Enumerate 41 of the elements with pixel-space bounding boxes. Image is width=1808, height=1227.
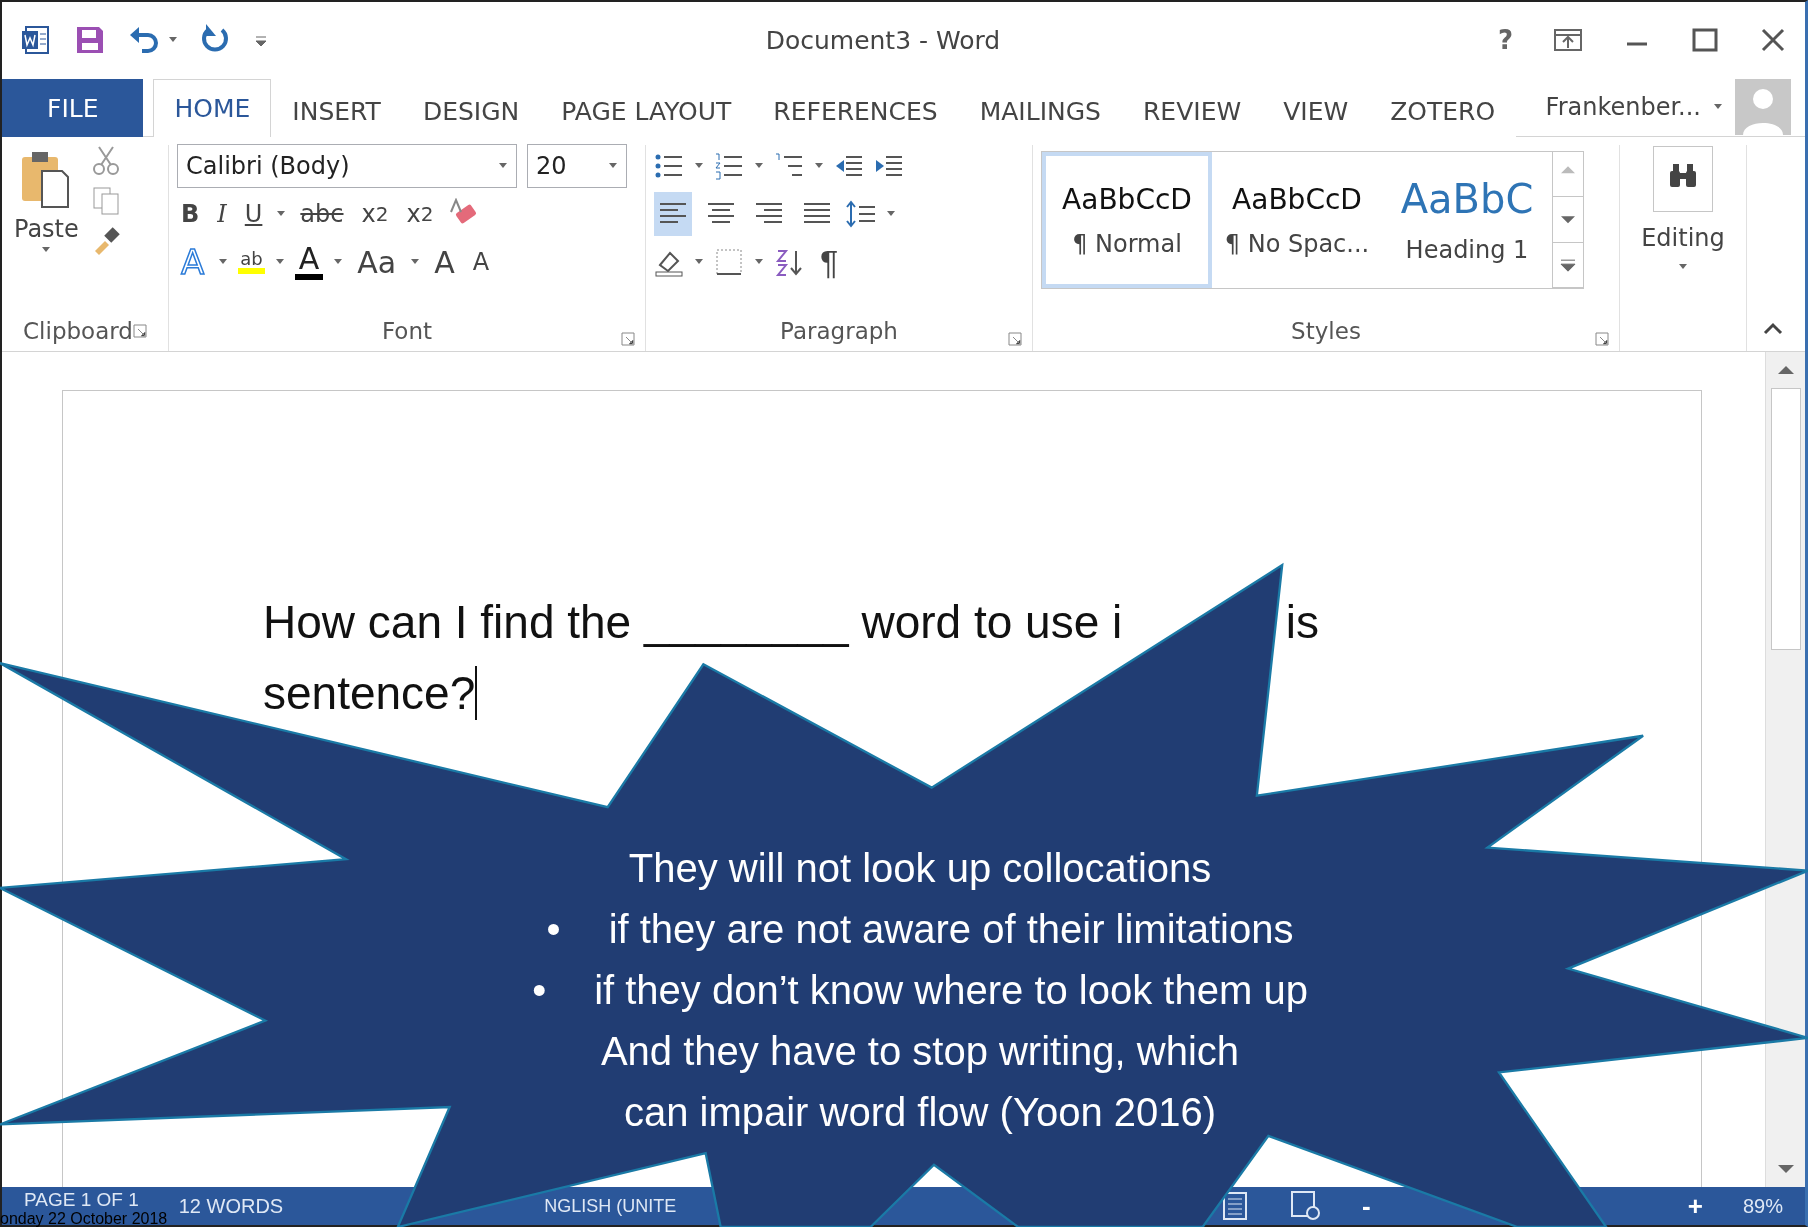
document-text: How can I find the ________ word to use i	[263, 595, 1123, 649]
group-label: Font	[381, 318, 433, 344]
window-title: Document3 - Word	[764, 25, 1002, 55]
callout-text: And they have to stop writing, which	[600, 1028, 1240, 1075]
account-name[interactable]: Frankenber...	[1545, 93, 1701, 121]
group-label: Styles	[1291, 318, 1361, 344]
change-case-button[interactable]: Aa	[353, 242, 401, 282]
document-text: is	[1285, 595, 1319, 649]
language-status[interactable]: NGLISH (UNITE	[544, 1195, 677, 1217]
font-size-field[interactable]: 20	[527, 144, 627, 188]
italic-button[interactable]: I	[213, 194, 231, 234]
strikethrough-button[interactable]: abc	[296, 194, 348, 234]
style-item[interactable]: AaBbCcD ¶ Normal	[1042, 152, 1212, 288]
ribbon-tab[interactable]: FILE	[2, 79, 144, 137]
ribbon-tab[interactable]: HOME	[153, 79, 272, 137]
callout-text: can impair word flow (Yoon 2016)	[623, 1089, 1217, 1136]
page-count[interactable]: PAGE 1 OF 1	[24, 1187, 139, 1209]
group-label: Clipboard	[23, 318, 133, 344]
callout-text: if they are not aware of their limitations	[608, 906, 1294, 953]
bullet-mark: •	[532, 968, 547, 1013]
bullet-mark: •	[546, 907, 561, 952]
show-formatting-button[interactable]: ¶	[814, 241, 845, 283]
group-label: Paragraph	[780, 318, 898, 344]
callout-text: They will not look up collocations	[628, 845, 1212, 892]
paste-button[interactable]: Paste	[10, 145, 83, 311]
zoom-level[interactable]: 89%	[1742, 1194, 1783, 1218]
font-color-button[interactable]: A	[294, 244, 324, 280]
shrink-font-button[interactable]: A	[468, 242, 494, 282]
underline-button[interactable]: U	[240, 194, 267, 234]
font-name-field[interactable]: Calibri (Body)	[177, 144, 517, 188]
editing-button[interactable]: Editing	[1635, 145, 1731, 351]
zoom-in-button[interactable]: +	[1687, 1190, 1703, 1222]
document-text: sentence?	[263, 666, 476, 720]
grow-font-button[interactable]: A	[430, 242, 459, 282]
bold-button[interactable]: B	[177, 194, 204, 234]
highlight-button[interactable]: ab	[238, 250, 265, 274]
help-button[interactable]: ?	[1497, 25, 1513, 55]
callout-text: if they don’t know where to look them up	[594, 967, 1308, 1014]
zoom-out-button[interactable]: -	[1362, 1190, 1371, 1222]
text-effects-button[interactable]: A	[177, 242, 209, 282]
word-count[interactable]: 12 WORDS	[178, 1194, 284, 1218]
